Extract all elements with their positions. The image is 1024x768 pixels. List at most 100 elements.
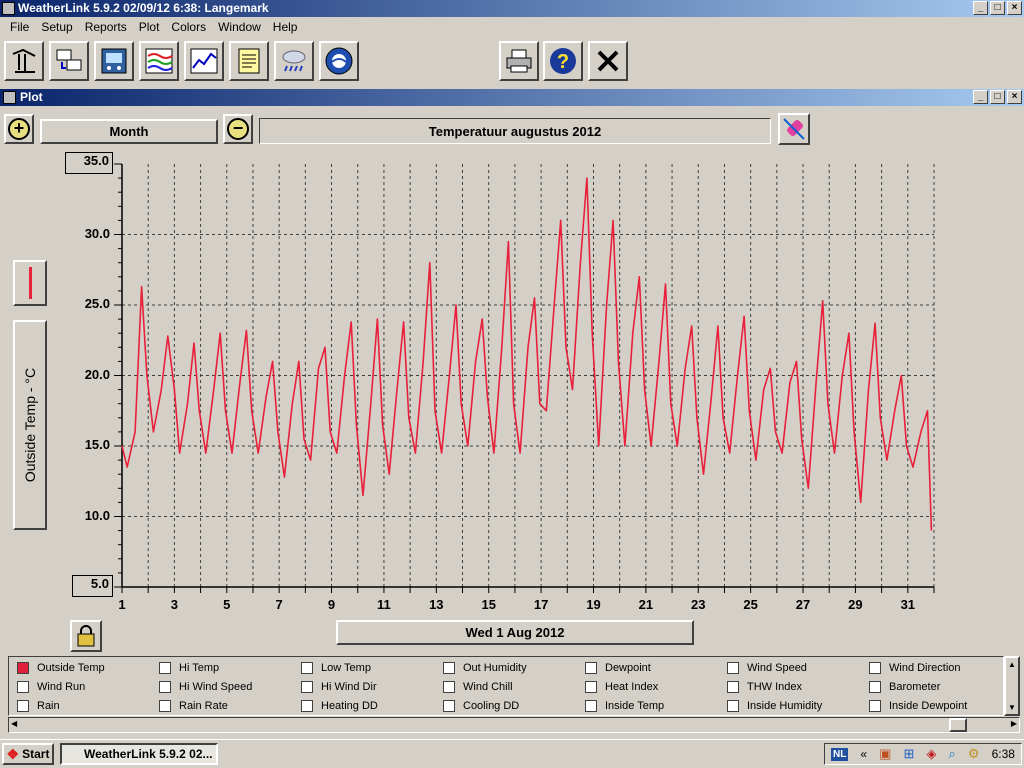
variable-checkbox-item[interactable]: Rain Rate xyxy=(159,697,228,715)
tray-app-icon[interactable]: ▣ xyxy=(879,746,891,762)
windows-logo-icon: ❖ xyxy=(6,745,20,762)
checkbox-label: Inside Temp xyxy=(605,700,665,712)
checkbox-label: Hi Wind Dir xyxy=(321,681,377,693)
checkbox[interactable] xyxy=(727,700,739,712)
variable-checklist: Outside Temp Hi Temp Low Temp Out Humidity D… xyxy=(8,656,1004,716)
variable-checkbox-item[interactable]: Wind Speed xyxy=(727,659,807,677)
clock: 6:38 xyxy=(991,747,1015,761)
checkbox[interactable] xyxy=(585,681,597,693)
checkbox[interactable] xyxy=(727,681,739,693)
legend-vscrollbar[interactable]: ▲ ▼ xyxy=(1004,656,1020,716)
scroll-right-arrow-icon[interactable]: ▶ xyxy=(1011,719,1017,728)
x-tick-label: 25 xyxy=(743,597,758,612)
x-tick-label: 9 xyxy=(327,597,336,612)
variable-checkbox-item[interactable]: THW Index xyxy=(727,678,802,696)
variable-checkbox-item[interactable]: Inside Temp xyxy=(585,697,664,715)
checkbox-label: Rain Rate xyxy=(179,700,228,712)
x-tick-label: 31 xyxy=(900,597,916,612)
scroll-left-arrow-icon[interactable]: ◀ xyxy=(11,719,17,728)
checkbox-label: Hi Wind Speed xyxy=(179,681,253,693)
variable-checkbox-item[interactable]: Heat Index xyxy=(585,678,658,696)
x-tick-label: 19 xyxy=(586,597,601,612)
variable-checkbox-item[interactable]: Wind Direction xyxy=(869,659,961,677)
date-selector[interactable]: Wed 1 Aug 2012 xyxy=(336,620,694,645)
variable-checkbox-item[interactable]: Low Temp xyxy=(301,659,371,677)
start-label: Start xyxy=(22,747,50,761)
x-tick-label: 27 xyxy=(795,597,811,612)
variable-checkbox-item[interactable]: Heating DD xyxy=(301,697,378,715)
taskbar-item-label: WeatherLink 5.9.2 02... xyxy=(84,747,213,761)
checkbox-label: Out Humidity xyxy=(463,662,527,674)
checkbox-label: Heating DD xyxy=(321,700,378,712)
checkbox[interactable] xyxy=(727,662,739,674)
y-max-field[interactable]: 35.0 xyxy=(65,152,113,174)
system-tray: NL « ▣ ⊞ ◈ ⌕ ⚙ 6:38 xyxy=(824,743,1022,765)
y-min-field[interactable]: 5.0 xyxy=(72,575,113,597)
checkbox[interactable] xyxy=(159,700,171,712)
checkbox-label: Wind Direction xyxy=(889,662,961,674)
variable-checkbox-item[interactable]: Hi Wind Speed xyxy=(159,678,252,696)
checkbox-label: Inside Humidity xyxy=(747,700,823,712)
checkbox[interactable] xyxy=(159,681,171,693)
legend-hscrollbar[interactable]: ◀ ▶ xyxy=(8,717,1020,733)
variable-checkbox-item[interactable]: Hi Temp xyxy=(159,659,219,677)
checkbox[interactable] xyxy=(585,662,597,674)
x-tick-label: 21 xyxy=(638,597,654,612)
checkbox[interactable] xyxy=(301,662,313,674)
tray-expand-icon[interactable]: « xyxy=(860,747,867,761)
search-icon[interactable]: ⌕ xyxy=(949,746,956,762)
temperature-chart xyxy=(114,163,935,593)
checkbox[interactable] xyxy=(17,681,29,693)
variable-checkbox-item[interactable]: Wind Chill xyxy=(443,678,513,696)
checkbox-label: Barometer xyxy=(889,681,941,693)
y-tick-label: 15.0 xyxy=(84,437,110,452)
y-tick-label: 30.0 xyxy=(84,226,110,241)
checkbox-label: Cooling DD xyxy=(463,700,520,712)
variable-checkbox-item[interactable]: Wind Run xyxy=(17,678,85,696)
scroll-up-arrow-icon[interactable]: ▲ xyxy=(1008,660,1016,669)
checkbox[interactable] xyxy=(869,700,881,712)
hscroll-thumb[interactable] xyxy=(949,718,967,732)
start-button[interactable]: ❖ Start xyxy=(2,743,54,765)
checkbox[interactable] xyxy=(869,681,881,693)
taskbar-item-weatherlink[interactable]: WeatherLink 5.9.2 02... xyxy=(60,743,218,765)
scroll-down-arrow-icon[interactable]: ▼ xyxy=(1008,703,1016,712)
checkbox-label: Dewpoint xyxy=(605,662,651,674)
checkbox-label: Wind Speed xyxy=(747,662,807,674)
language-indicator[interactable]: NL xyxy=(831,747,849,761)
security-icon[interactable]: ⚙ xyxy=(968,746,980,762)
variable-checkbox-item[interactable]: Cooling DD xyxy=(443,697,519,715)
x-tick-label: 23 xyxy=(691,597,706,612)
checkbox[interactable] xyxy=(159,662,171,674)
checkbox-label: Inside Dewpoint xyxy=(889,700,968,712)
lock-icon xyxy=(77,625,95,647)
checkbox-label: Low Temp xyxy=(321,662,371,674)
checkbox[interactable] xyxy=(17,662,29,674)
checkbox[interactable] xyxy=(443,662,455,674)
lock-button[interactable] xyxy=(70,620,102,652)
volume-icon[interactable]: ◈ xyxy=(926,746,936,762)
variable-checkbox-item[interactable]: Inside Dewpoint xyxy=(869,697,967,715)
x-tick-label: 5 xyxy=(223,597,231,612)
checkbox[interactable] xyxy=(301,700,313,712)
checkbox[interactable] xyxy=(443,681,455,693)
checkbox[interactable] xyxy=(17,700,29,712)
checkbox-label: Wind Run xyxy=(37,681,86,693)
variable-checkbox-item[interactable]: Out Humidity xyxy=(443,659,527,677)
variable-checkbox-item[interactable]: Outside Temp xyxy=(17,659,105,677)
checkbox[interactable] xyxy=(585,700,597,712)
checkbox-label: Rain xyxy=(37,700,60,712)
variable-checkbox-item[interactable]: Rain xyxy=(17,697,60,715)
variable-checkbox-item[interactable]: Barometer xyxy=(869,678,940,696)
variable-checkbox-item[interactable]: Dewpoint xyxy=(585,659,651,677)
network-icon[interactable]: ⊞ xyxy=(904,746,915,762)
variable-checkbox-item[interactable]: Hi Wind Dir xyxy=(301,678,377,696)
y-tick-label: 10.0 xyxy=(84,508,110,523)
checkbox[interactable] xyxy=(443,700,455,712)
checkbox[interactable] xyxy=(301,681,313,693)
checkbox-label: Heat Index xyxy=(605,681,659,693)
checkbox[interactable] xyxy=(869,662,881,674)
variable-checkbox-item[interactable]: Inside Humidity xyxy=(727,697,822,715)
x-tick-label: 11 xyxy=(377,597,391,612)
x-tick-label: 13 xyxy=(429,597,444,612)
